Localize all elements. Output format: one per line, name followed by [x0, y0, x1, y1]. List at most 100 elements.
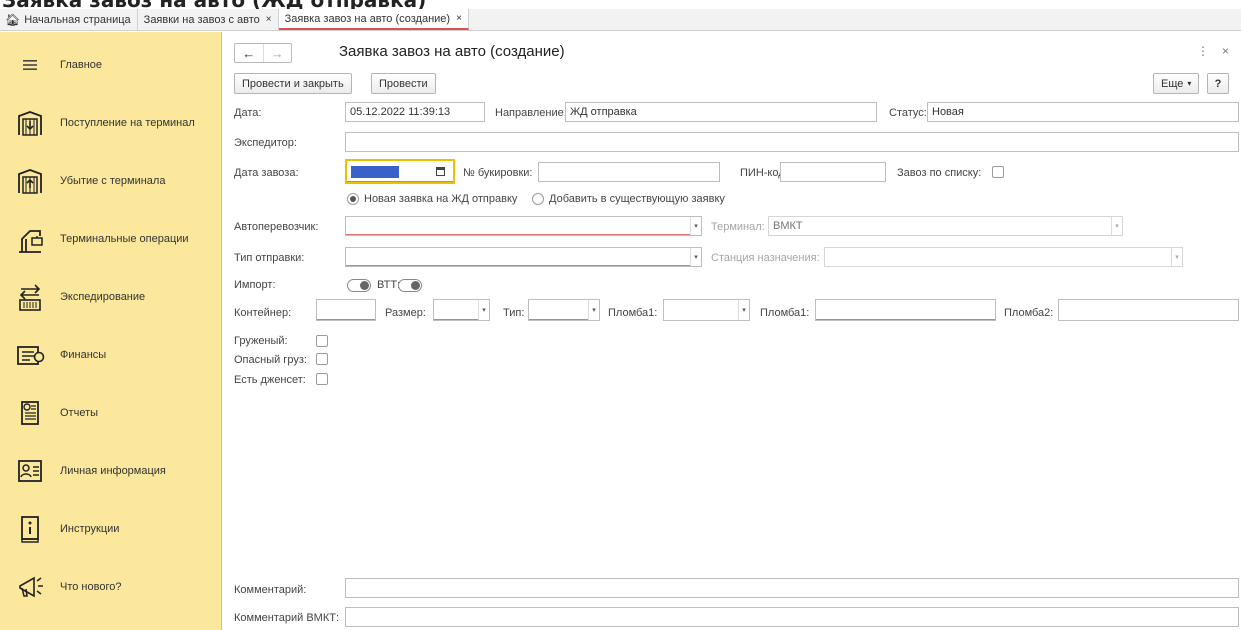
sidebar-item-forwarding[interactable]: Экспедирование — [0, 268, 222, 326]
terminal-label: Терминал: — [711, 221, 765, 233]
type-select[interactable]: ▾ — [528, 299, 600, 321]
chevron-down-icon[interactable]: ▾ — [690, 248, 701, 266]
sidebar-item-label: Убытие с терминала — [60, 175, 166, 187]
carrier-label: Автоперевозчик: — [234, 221, 319, 233]
profile-icon — [0, 458, 60, 484]
carrier-select[interactable]: ▾ — [345, 216, 702, 236]
forward-button[interactable]: → — [262, 44, 292, 62]
more-button[interactable]: Еще ▾ — [1153, 73, 1200, 94]
by-list-label: Завоз по списку: — [897, 167, 982, 179]
direction-field[interactable]: ЖД отправка — [565, 102, 877, 122]
container-label: Контейнер: — [234, 307, 292, 319]
sidebar-item-label: Главное — [60, 59, 103, 71]
close-icon[interactable]: × — [1222, 44, 1229, 58]
page-heading: Заявка завоз на авто (ЖД отправка) — [2, 0, 427, 12]
seal1b-field[interactable] — [815, 299, 996, 321]
container-field[interactable] — [316, 299, 376, 321]
chevron-down-icon: ▾ — [1187, 79, 1192, 88]
more-icon[interactable]: ⋮ — [1197, 44, 1209, 58]
chevron-down-icon[interactable]: ▾ — [690, 217, 701, 235]
instructions-icon — [0, 515, 60, 543]
pin-field[interactable] — [780, 162, 886, 182]
sidebar-item-terminal-in[interactable]: Поступление на терминал — [0, 94, 222, 152]
finance-icon — [0, 342, 60, 368]
new-request-radio[interactable] — [347, 193, 359, 205]
terminal-select[interactable]: ВМКТ ▾ — [768, 216, 1123, 236]
post-button[interactable]: Провести — [371, 73, 436, 94]
tab-home[interactable]: 🏠︎ Начальная страница — [0, 9, 138, 30]
seal2-label: Пломба2: — [1004, 307, 1054, 319]
vtt-toggle[interactable] — [398, 279, 422, 292]
comment-field[interactable] — [345, 578, 1239, 598]
post-and-close-button[interactable]: Провести и закрыть — [234, 73, 352, 94]
by-list-checkbox[interactable] — [992, 166, 1004, 178]
sidebar-item-reports[interactable]: Отчеты — [0, 384, 222, 442]
sidebar-item-label: Финансы — [60, 349, 107, 361]
terminal-out-icon — [0, 168, 60, 194]
tab-label: Заявки на завоз с авто — [143, 13, 260, 26]
sidebar-item-profile[interactable]: Личная информация — [0, 442, 222, 500]
shipment-type-select[interactable]: ▾ — [345, 247, 702, 267]
comment-vmkt-field[interactable] — [345, 607, 1239, 627]
sidebar-item-finance[interactable]: Финансы — [0, 326, 222, 384]
tab-label: Заявка завоз на авто (создание) — [284, 12, 451, 25]
type-label: Тип: — [503, 307, 525, 319]
chevron-down-icon[interactable]: ▾ — [588, 300, 599, 320]
loaded-checkbox[interactable] — [316, 335, 328, 347]
shipment-type-label: Тип отправки: — [234, 252, 305, 264]
crane-icon — [0, 225, 60, 253]
seal1a-label: Пломба1: — [608, 307, 658, 319]
close-icon[interactable]: × — [266, 14, 272, 25]
add-existing-radio[interactable] — [532, 193, 544, 205]
date-label: Дата: — [234, 107, 262, 119]
tab-requests[interactable]: Заявки на завоз с авто × — [138, 9, 279, 30]
close-icon[interactable]: × — [456, 13, 462, 24]
direction-label: Направление: — [495, 107, 567, 119]
help-button[interactable]: ? — [1207, 73, 1229, 94]
sidebar-item-terminal-out[interactable]: Убытие с терминала — [0, 152, 222, 210]
home-icon: 🏠︎ — [5, 12, 21, 27]
seal2-field[interactable] — [1058, 299, 1239, 321]
back-button[interactable]: ← — [235, 44, 263, 62]
sidebar-item-label: Терминальные операции — [60, 233, 189, 245]
chevron-down-icon[interactable]: ▾ — [738, 300, 749, 320]
forwarder-label: Экспедитор: — [234, 137, 297, 149]
dest-station-select[interactable]: ▾ — [824, 247, 1183, 267]
new-request-label: Новая заявка на ЖД отправку — [364, 193, 518, 205]
chevron-down-icon[interactable]: ▾ — [1171, 248, 1182, 266]
status-field[interactable]: Новая — [927, 102, 1239, 122]
sidebar-item-whats-new[interactable]: Что нового? — [0, 558, 222, 616]
dangerous-checkbox[interactable] — [316, 353, 328, 365]
import-toggle[interactable] — [347, 279, 371, 292]
comment-vmkt-label: Комментарий ВМКТ: — [234, 612, 340, 624]
calendar-icon[interactable] — [436, 167, 445, 176]
sidebar-item-instructions[interactable]: Инструкции — [0, 500, 222, 558]
sidebar-item-terminal-ops[interactable]: Терминальные операции — [0, 210, 222, 268]
forwarder-field[interactable] — [345, 132, 1239, 152]
gen-set-checkbox[interactable] — [316, 373, 328, 385]
terminal-value: ВМКТ — [773, 220, 803, 232]
delivery-date-field[interactable] — [345, 159, 455, 184]
tab-request-create[interactable]: Заявка завоз на авто (создание) × — [278, 9, 469, 30]
sidebar-item-label: Личная информация — [60, 465, 166, 477]
sidebar: Главное Поступление на терминал Убытие с… — [0, 32, 222, 630]
date-field[interactable]: 05.12.2022 11:39:13 — [345, 102, 485, 122]
seal1a-select[interactable]: ▾ — [663, 299, 750, 321]
vtt-label: ВТТ: — [377, 279, 401, 291]
booking-field[interactable] — [538, 162, 720, 182]
add-existing-label: Добавить в существующую заявку — [549, 193, 725, 205]
chevron-down-icon[interactable]: ▾ — [478, 300, 489, 320]
chevron-down-icon[interactable]: ▾ — [1111, 217, 1122, 235]
megaphone-icon — [0, 573, 60, 601]
history-nav: ← → — [234, 43, 292, 63]
form-title: Заявка завоз на авто (создание) — [339, 43, 565, 60]
loaded-label: Груженый: — [234, 335, 288, 347]
dangerous-label: Опасный груз: — [234, 354, 307, 366]
delivery-date-value — [351, 165, 399, 178]
dest-station-label: Станция назначения: — [711, 252, 820, 264]
tab-label: Начальная страница — [24, 13, 131, 26]
tabs-bar: 🏠︎ Начальная страница Заявки на завоз с … — [0, 9, 1241, 31]
size-select[interactable]: ▾ — [433, 299, 490, 321]
sidebar-item-label: Что нового? — [60, 581, 122, 593]
sidebar-item-main[interactable]: Главное — [0, 36, 222, 94]
